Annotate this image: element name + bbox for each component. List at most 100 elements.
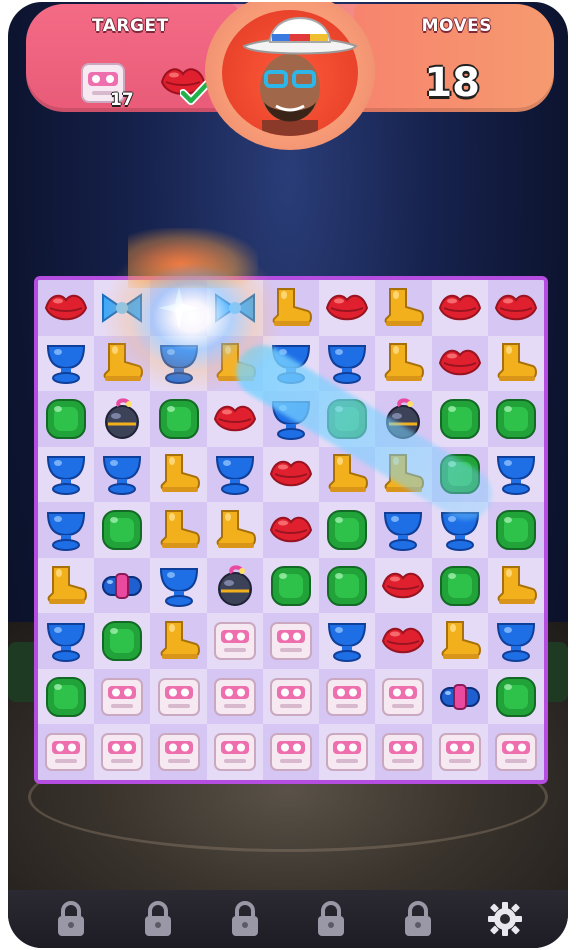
board-cell[interactable] — [262, 613, 320, 669]
board-cell[interactable] — [150, 447, 206, 503]
board-cell[interactable] — [207, 502, 263, 558]
board-cell[interactable] — [38, 391, 95, 447]
board-cell[interactable] — [432, 613, 488, 669]
board-cell[interactable] — [94, 502, 150, 558]
board-cell[interactable] — [94, 446, 151, 503]
board-cell[interactable] — [262, 391, 320, 447]
board-cell[interactable] — [488, 336, 544, 392]
board-cell[interactable] — [319, 724, 375, 780]
board-cell[interactable] — [375, 336, 431, 392]
settings-button[interactable] — [483, 897, 527, 941]
board-cell[interactable] — [38, 447, 94, 503]
board-cell[interactable] — [487, 502, 544, 558]
board-cell[interactable] — [150, 724, 207, 780]
board-cell[interactable] — [263, 336, 319, 392]
boot-tile-icon — [156, 618, 202, 664]
board-cell[interactable] — [319, 335, 376, 392]
board-cell[interactable] — [150, 502, 207, 558]
board-cell[interactable] — [207, 280, 263, 336]
board-cell[interactable] — [488, 447, 544, 503]
board-cell[interactable] — [94, 280, 150, 336]
board-cell[interactable] — [375, 280, 432, 336]
board-cell[interactable] — [487, 391, 544, 447]
lips-tile-icon — [380, 618, 426, 664]
board-cell[interactable] — [263, 447, 319, 503]
board-cell[interactable] — [150, 669, 206, 725]
board-cell[interactable] — [375, 558, 431, 614]
board-cell[interactable] — [319, 668, 376, 725]
board-cell[interactable] — [207, 613, 263, 669]
board-cell[interactable] — [206, 668, 263, 725]
board-cell[interactable] — [319, 280, 375, 336]
board-cell[interactable] — [375, 724, 432, 780]
board-cell[interactable] — [263, 669, 319, 725]
cassette-tile-icon — [268, 729, 314, 775]
board-cell[interactable] — [206, 557, 263, 614]
board-cell[interactable] — [432, 502, 488, 558]
cassette-tile-icon — [156, 674, 202, 720]
boot-tile-icon — [493, 340, 539, 386]
board-cell[interactable] — [94, 668, 151, 725]
lock-icon — [404, 901, 431, 936]
board-cell[interactable] — [207, 724, 263, 780]
board-cell[interactable] — [38, 336, 94, 392]
board-cell[interactable] — [38, 724, 95, 780]
board-cell[interactable] — [375, 502, 432, 558]
board-cell[interactable] — [150, 613, 207, 669]
locked-booster-4[interactable] — [309, 897, 353, 941]
board-cell[interactable] — [94, 557, 151, 614]
target-label: TARGET — [92, 16, 169, 36]
board-cell[interactable] — [262, 724, 320, 780]
board-cell[interactable] — [38, 613, 95, 669]
board-cell[interactable] — [431, 668, 488, 725]
board-cell[interactable] — [38, 669, 94, 725]
cassette-tile-icon — [99, 674, 145, 720]
board-cell[interactable] — [375, 391, 432, 447]
board-cell[interactable] — [432, 391, 488, 447]
board-cell[interactable] — [38, 280, 95, 336]
board-cell[interactable] — [375, 669, 431, 725]
board-cell[interactable] — [375, 447, 431, 503]
board-cell[interactable] — [319, 446, 376, 503]
board-cell[interactable] — [375, 613, 432, 669]
board-cell[interactable] — [207, 391, 263, 447]
lips-tile-icon — [43, 285, 89, 331]
board-cell[interactable] — [431, 335, 488, 392]
board-cell[interactable] — [262, 280, 320, 336]
board-cell[interactable] — [319, 502, 375, 558]
board-cell[interactable] — [94, 391, 150, 447]
board-cell[interactable] — [432, 280, 488, 336]
board-cell[interactable] — [319, 557, 376, 614]
game-board[interactable] — [34, 276, 548, 784]
square-tile-icon — [493, 396, 539, 442]
board-cell[interactable] — [431, 446, 488, 503]
board-cell[interactable] — [150, 391, 207, 447]
board-cell[interactable] — [150, 280, 207, 336]
board-cell[interactable] — [94, 335, 151, 392]
board-cell[interactable] — [94, 724, 150, 780]
board-cell[interactable] — [38, 558, 94, 614]
board-cell[interactable] — [487, 724, 544, 780]
bow-tile-icon — [212, 285, 258, 331]
board-cell[interactable] — [319, 391, 375, 447]
board-cell[interactable] — [432, 724, 488, 780]
board-cell[interactable] — [262, 502, 320, 558]
locked-booster-5[interactable] — [396, 897, 440, 941]
board-cell[interactable] — [150, 558, 206, 614]
board-cell[interactable] — [487, 280, 544, 336]
board-cell[interactable] — [94, 613, 150, 669]
board-cell[interactable] — [488, 669, 544, 725]
board-cell[interactable] — [263, 558, 319, 614]
locked-booster-3[interactable] — [223, 897, 267, 941]
tile-grid[interactable] — [38, 280, 544, 780]
locked-booster-1[interactable] — [49, 897, 93, 941]
board-cell[interactable] — [431, 557, 488, 614]
board-cell[interactable] — [319, 613, 375, 669]
board-cell[interactable] — [488, 558, 544, 614]
board-cell[interactable] — [206, 446, 263, 503]
board-cell[interactable] — [487, 613, 544, 669]
board-cell[interactable] — [150, 336, 206, 392]
locked-booster-2[interactable] — [136, 897, 180, 941]
board-cell[interactable] — [38, 502, 95, 558]
board-cell[interactable] — [206, 335, 263, 392]
